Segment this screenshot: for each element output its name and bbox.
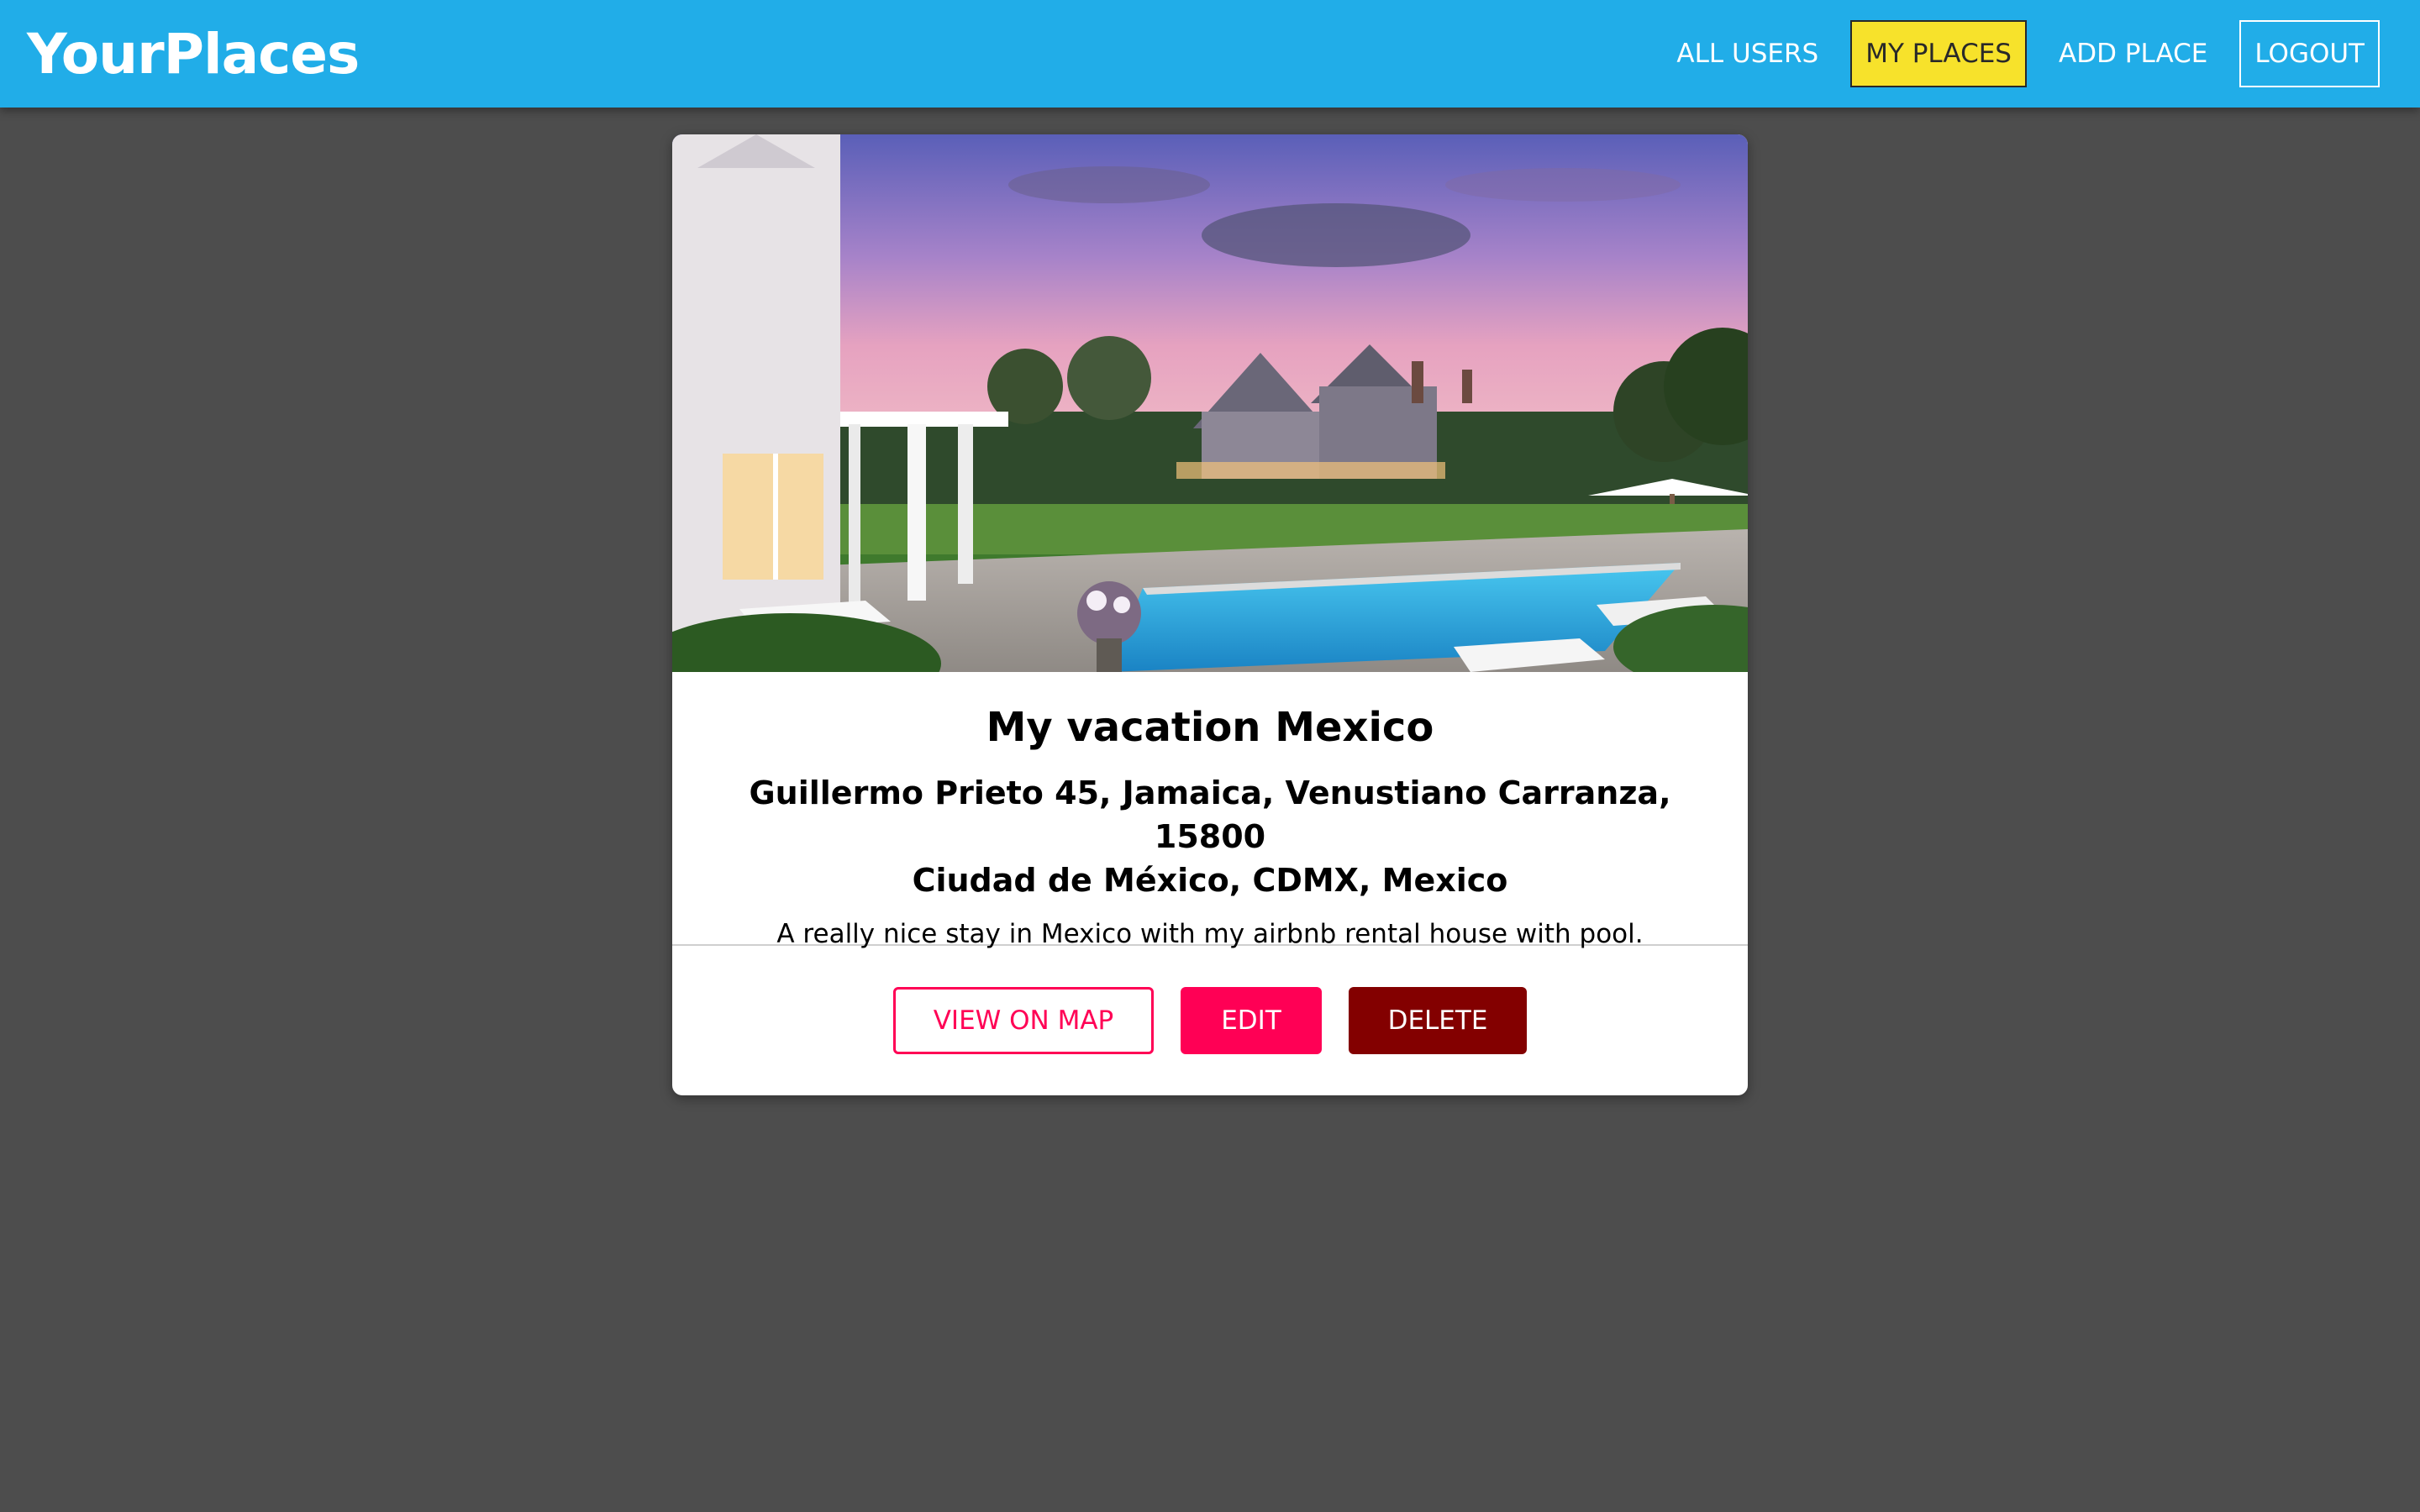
place-info: My vacation Mexico Guillermo Prieto 45, … (672, 672, 1748, 949)
brand-logo-link[interactable]: YourPlaces (27, 22, 360, 87)
place-card: My vacation Mexico Guillermo Prieto 45, … (672, 134, 1748, 1095)
place-address: Guillermo Prieto 45, Jamaica, Venustiano… (723, 771, 1697, 902)
main-navigation: ALL USERS MY PLACES ADD PLACE LOGOUT (1644, 20, 2380, 87)
nav-link-add-place[interactable]: ADD PLACE (2044, 20, 2223, 87)
edit-button[interactable]: EDIT (1181, 987, 1322, 1054)
main-header: YourPlaces ALL USERS MY PLACES ADD PLACE… (0, 0, 2420, 108)
nav-link-my-places[interactable]: MY PLACES (1850, 20, 2027, 87)
nav-link-all-users[interactable]: ALL USERS (1661, 20, 1833, 87)
place-actions: VIEW ON MAP EDIT DELETE (672, 946, 1748, 1095)
delete-button[interactable]: DELETE (1349, 987, 1527, 1054)
place-title: My vacation Mexico (986, 704, 1434, 751)
place-address-line-2: Ciudad de México, CDMX, Mexico (912, 862, 1508, 899)
place-image (672, 134, 1748, 672)
place-description: A really nice stay in Mexico with my air… (776, 919, 1644, 949)
logout-button[interactable]: LOGOUT (2239, 20, 2380, 87)
place-photo-illustration (672, 134, 1748, 672)
place-address-line-1: Guillermo Prieto 45, Jamaica, Venustiano… (749, 774, 1671, 855)
view-on-map-button[interactable]: VIEW ON MAP (893, 987, 1154, 1054)
